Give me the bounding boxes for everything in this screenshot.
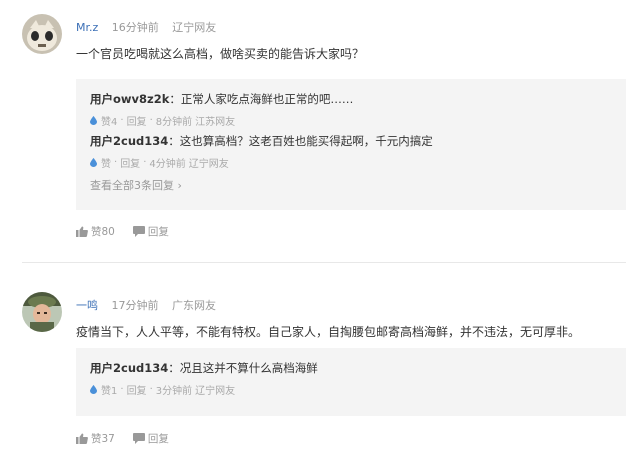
avatar[interactable] (22, 292, 62, 332)
chevron-right-icon: › (177, 179, 182, 192)
comment-card: 一鸣 17分钟前 广东网友 疫情当下，人人平等，不能有特权。自己家人，自掏腰包邮… (0, 263, 640, 455)
like-icon[interactable] (90, 385, 97, 394)
reply-item: 用户2cud134：况且这并不算什么高档海鲜 赞1 · 回复 · 3分钟前 辽宁… (90, 361, 318, 397)
reply-reply-link[interactable]: 回复 (127, 382, 147, 397)
reply-location: 辽宁网友 (195, 386, 236, 397)
reply-like-count[interactable]: 赞1 (101, 382, 117, 397)
reply-reply-link[interactable]: 回复 (120, 155, 140, 170)
like-button[interactable]: 赞37 (76, 431, 115, 446)
like-button[interactable]: 赞80 (76, 224, 115, 239)
like-icon[interactable] (90, 158, 97, 167)
comment-actions: 赞80 回复 (76, 224, 187, 239)
comment-header: Mr.z 16分钟前 辽宁网友 (76, 19, 216, 35)
like-count: 赞37 (91, 433, 115, 445)
reply-time: 4分钟前 (149, 159, 186, 170)
reply-text: ：况且这并不算什么高档海鲜 (168, 361, 318, 375)
like-icon[interactable] (90, 116, 97, 125)
comment-header: 一鸣 17分钟前 广东网友 (76, 297, 216, 313)
comment-icon (132, 433, 145, 444)
reply-text: ：这也算高档？这老百姓也能买得起啊，千元内搞定 (168, 134, 433, 148)
like-count: 赞80 (91, 226, 115, 238)
reply-button[interactable]: 回复 (132, 224, 169, 239)
reply-username[interactable]: 用户owv8z2k (90, 92, 169, 106)
reply-username[interactable]: 用户2cud134 (90, 361, 168, 375)
view-all-label: 查看全部3条回复 (90, 179, 174, 192)
reply-item: 用户2cud134：这也算高档？这老百姓也能买得起啊，千元内搞定 赞 · 回复 … (90, 134, 433, 170)
comment-text: 疫情当下，人人平等，不能有特权。自己家人，自掏腰包邮寄高档海鲜，并不违法，无可厚… (76, 325, 581, 339)
reply-label: 回复 (147, 433, 169, 445)
reply-username[interactable]: 用户2cud134 (90, 134, 168, 148)
comment-icon (132, 226, 145, 237)
reply-item: 用户owv8z2k：正常人家吃点海鲜也正常的吧…… 赞4 · 回复 · 8分钟前… (90, 92, 354, 128)
comment-text: 一个官员吃喝就这么高档，做啥买卖的能告诉大家吗？ (76, 47, 365, 61)
username-link[interactable]: 一鸣 (76, 299, 98, 312)
comment-actions: 赞37 回复 (76, 431, 187, 446)
reply-time: 3分钟前 (155, 386, 193, 397)
reply-location: 江苏网友 (195, 117, 236, 128)
reply-text: ：正常人家吃点海鲜也正常的吧…… (169, 92, 354, 106)
avatar-image (22, 14, 62, 54)
reply-button[interactable]: 回复 (132, 431, 169, 446)
reply-like-count[interactable]: 赞4 (101, 113, 117, 128)
avatar[interactable] (22, 14, 62, 54)
reply-box: 用户owv8z2k：正常人家吃点海鲜也正常的吧…… 赞4 · 回复 · 8分钟前… (76, 79, 626, 210)
reply-time: 8分钟前 (155, 117, 193, 128)
comment-location: 辽宁网友 (172, 21, 217, 34)
reply-box: 用户2cud134：况且这并不算什么高档海鲜 赞1 · 回复 · 3分钟前 辽宁… (76, 348, 626, 416)
reply-reply-link[interactable]: 回复 (127, 113, 147, 128)
comment-card: Mr.z 16分钟前 辽宁网友 一个官员吃喝就这么高档，做啥买卖的能告诉大家吗？… (0, 0, 640, 262)
username-link[interactable]: Mr.z (76, 21, 98, 34)
thumbs-up-icon (76, 226, 88, 237)
reply-label: 回复 (147, 226, 169, 238)
thumbs-up-icon (76, 433, 88, 444)
comment-time: 17分钟前 (111, 299, 159, 312)
view-all-replies-link[interactable]: 查看全部3条回复 › (90, 177, 182, 193)
reply-like-count[interactable]: 赞 (101, 155, 111, 170)
avatar-image (22, 292, 62, 332)
reply-location: 辽宁网友 (188, 159, 229, 170)
comment-location: 广东网友 (172, 299, 216, 312)
comment-time: 16分钟前 (111, 21, 159, 34)
